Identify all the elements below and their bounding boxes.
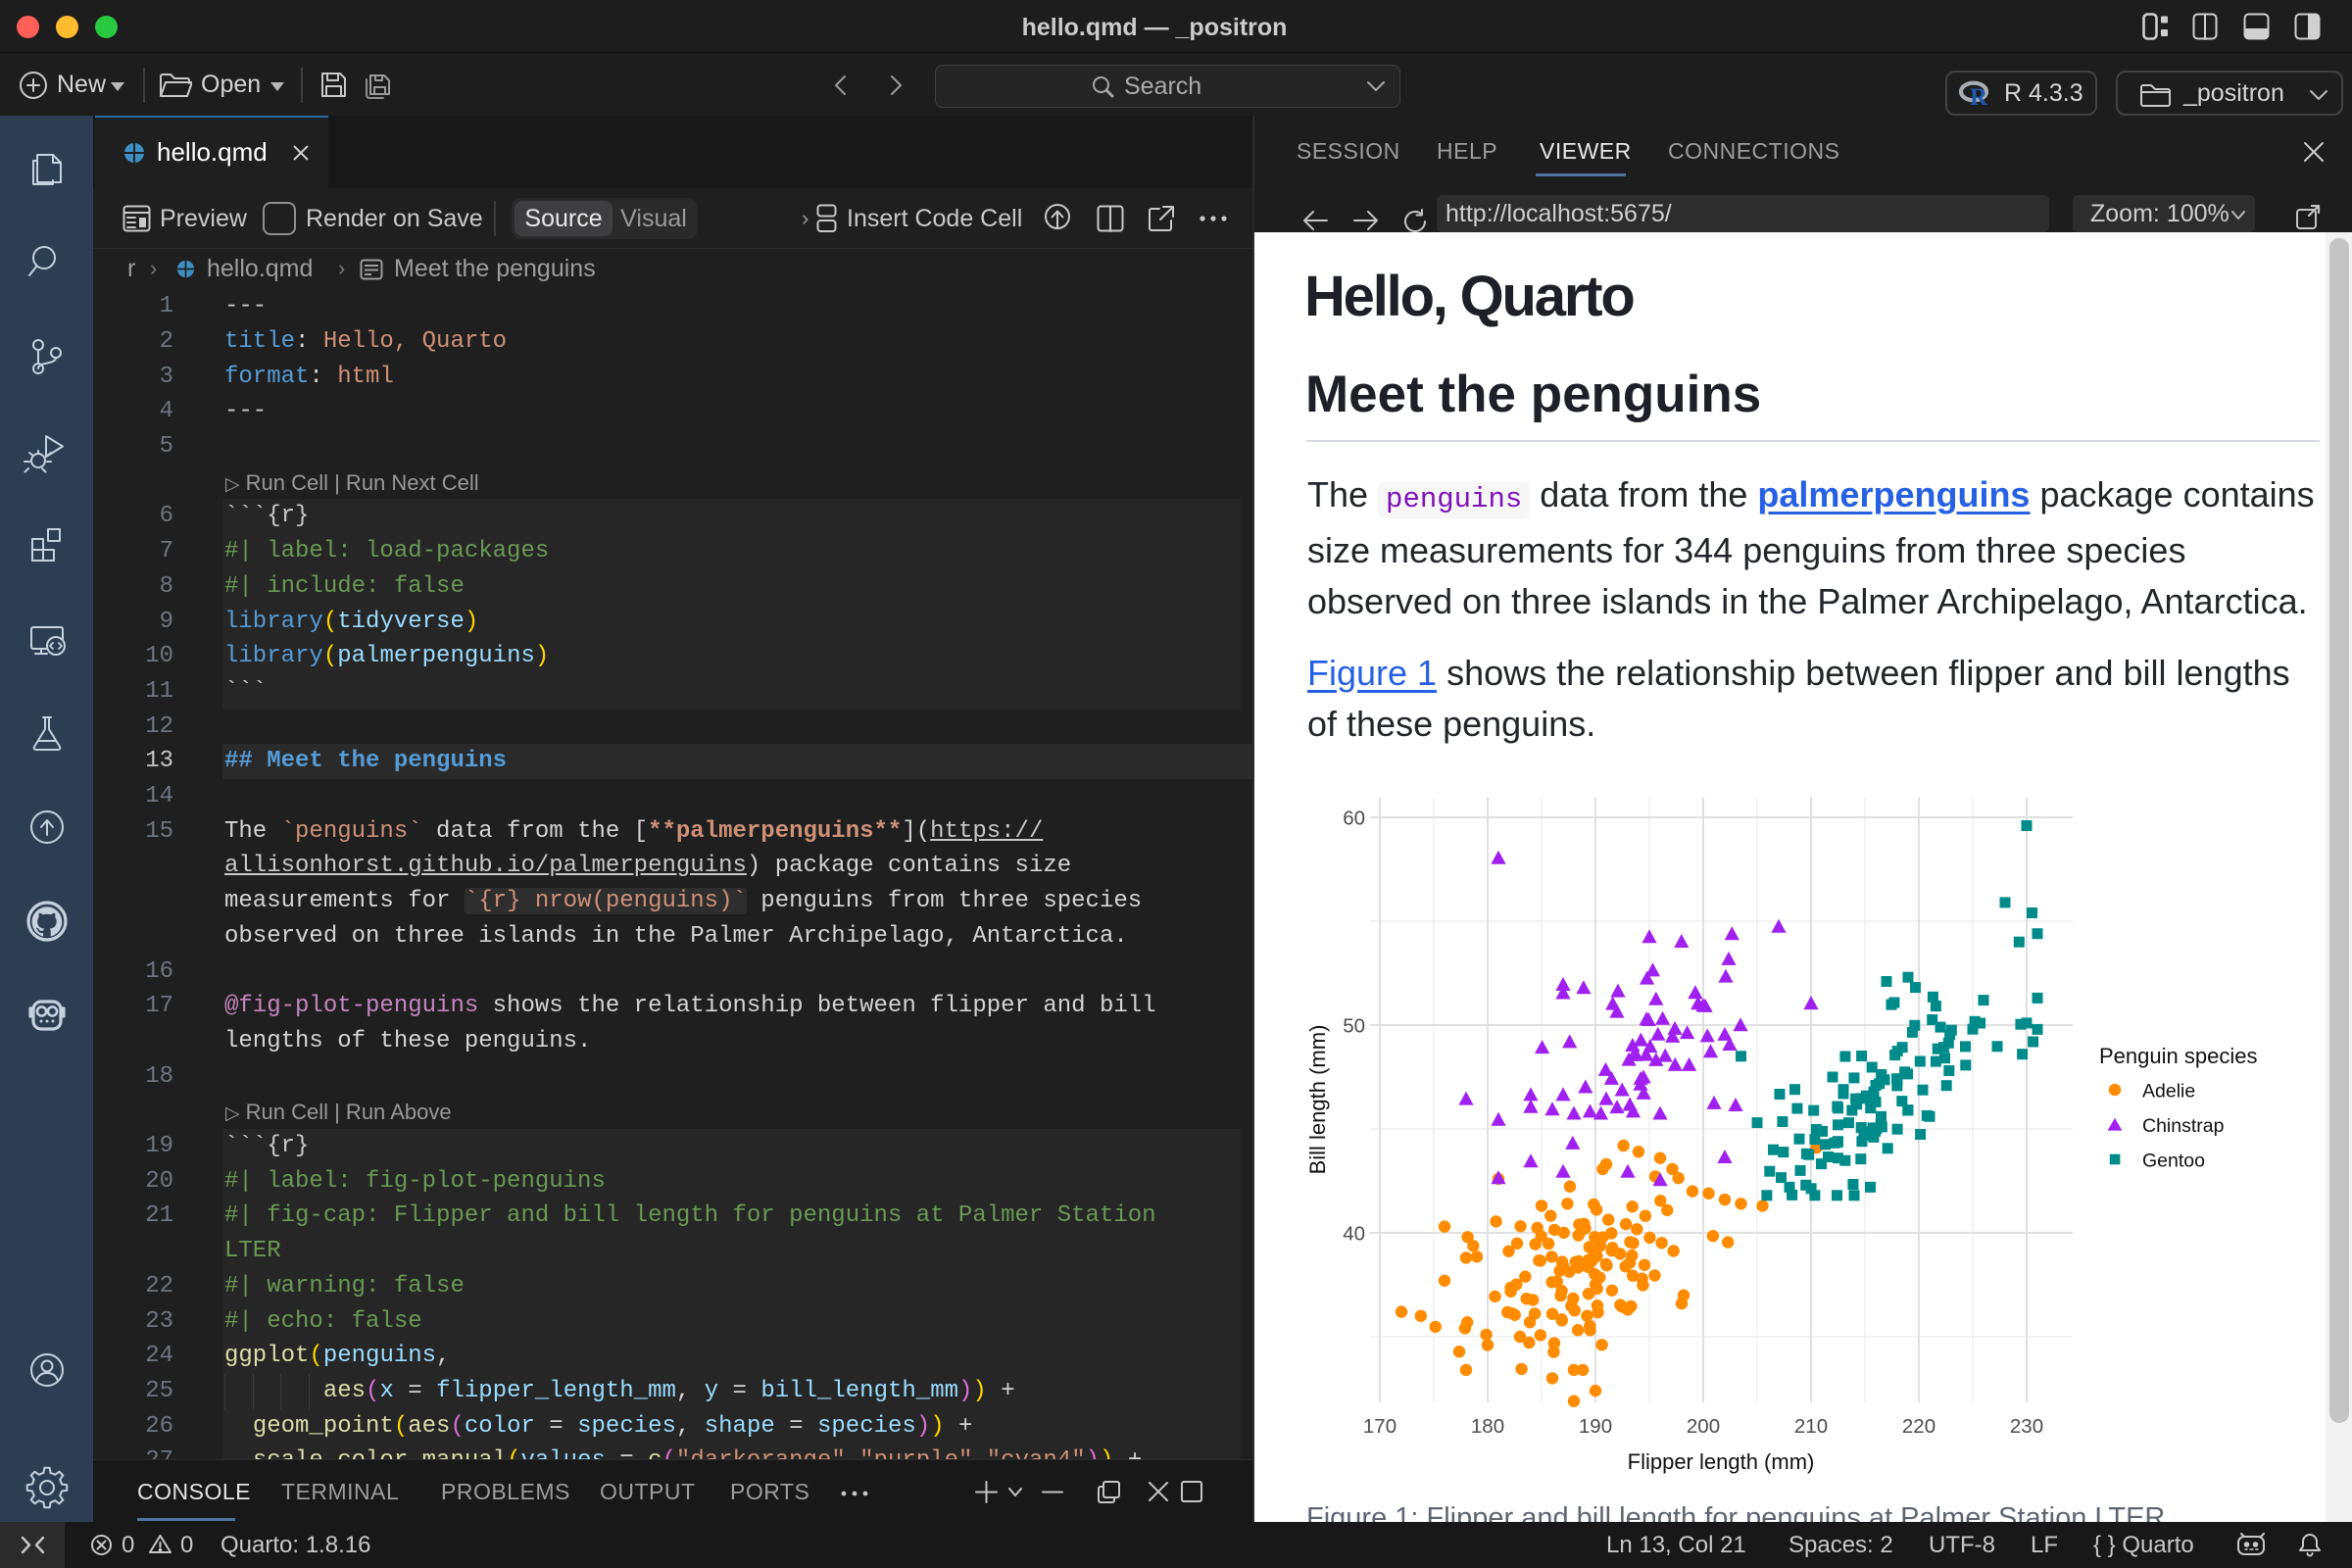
svg-text:180: 180 <box>1471 1415 1504 1438</box>
svg-text:Bill length (mm): Bill length (mm) <box>1305 1025 1330 1175</box>
svg-text:220: 220 <box>1902 1415 1936 1438</box>
svg-text:Flipper length (mm): Flipper length (mm) <box>1628 1449 1815 1474</box>
svg-text:190: 190 <box>1579 1415 1612 1438</box>
svg-text:Chinstrap: Chinstrap <box>2142 1115 2225 1137</box>
svg-text:Adelie: Adelie <box>2142 1081 2195 1102</box>
svg-text:230: 230 <box>2010 1415 2043 1438</box>
svg-text:Gentoo: Gentoo <box>2142 1151 2205 1172</box>
svg-text:R: R <box>1970 84 1988 108</box>
svg-text:200: 200 <box>1687 1415 1720 1438</box>
svg-text:50: 50 <box>1343 1015 1365 1038</box>
svg-text:210: 210 <box>1794 1415 1828 1438</box>
svg-text:Penguin species: Penguin species <box>2099 1044 2257 1068</box>
svg-text:40: 40 <box>1343 1223 1365 1246</box>
svg-text:60: 60 <box>1343 808 1365 830</box>
svg-text:170: 170 <box>1363 1415 1396 1438</box>
